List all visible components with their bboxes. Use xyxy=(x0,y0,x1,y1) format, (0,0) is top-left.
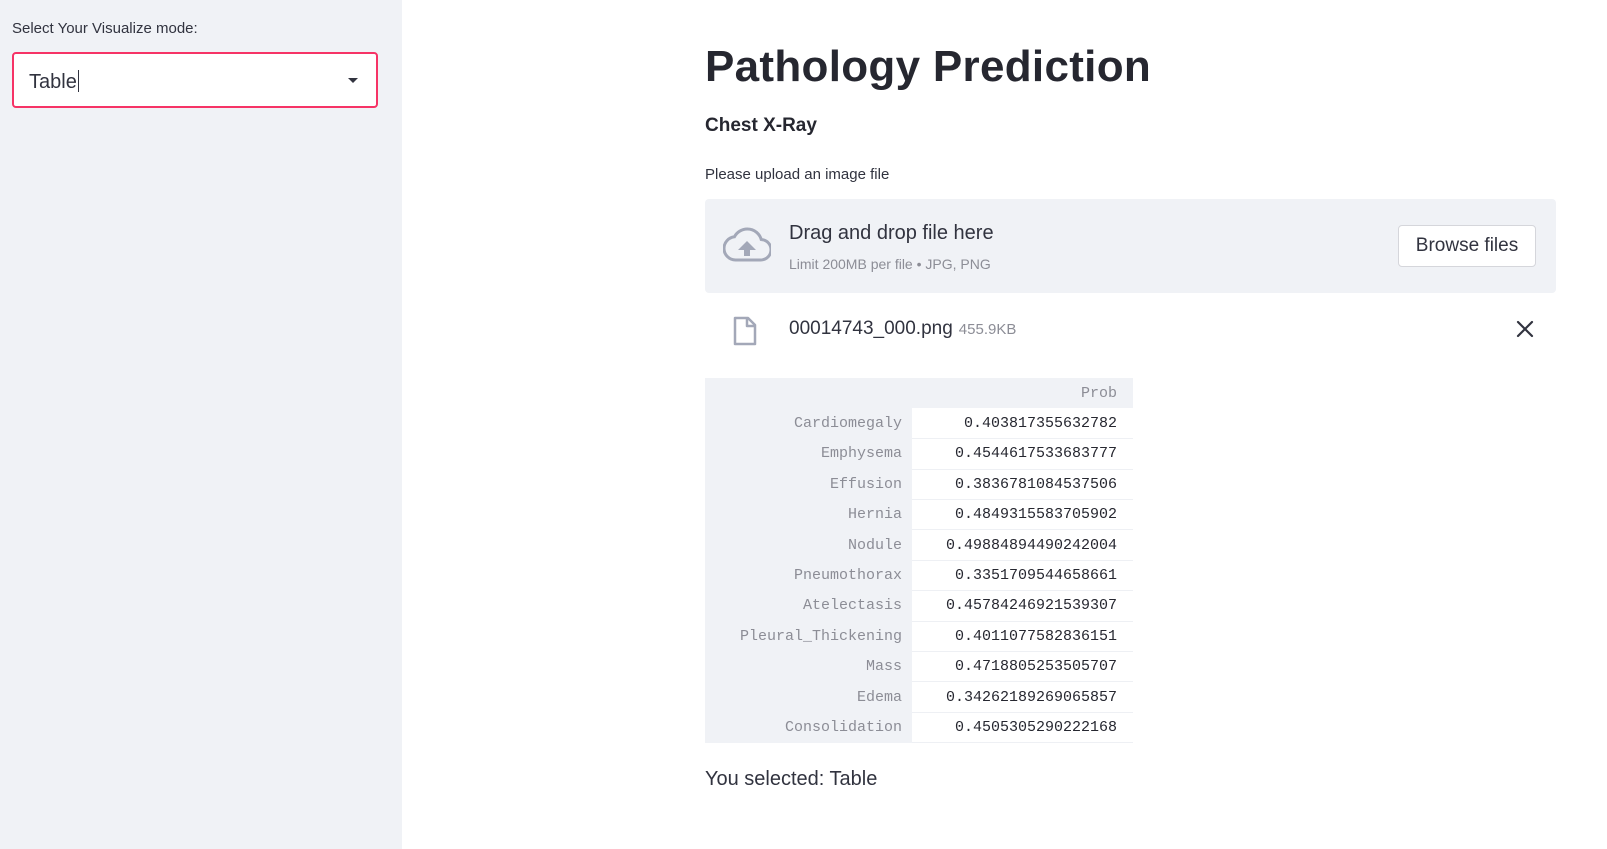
row-label: Cardiomegaly xyxy=(705,408,912,439)
table-row: Hernia 0.4849315583705902 xyxy=(705,499,1133,531)
sidebar: Select Your Visualize mode: Table xyxy=(0,0,402,849)
prob-value: 0.4544617533683777 xyxy=(912,438,1133,470)
file-size: 455.9KB xyxy=(958,321,1017,338)
table-header-row: Prob xyxy=(705,378,1133,409)
uploaded-file-row: 00014743_000.png 455.9KB xyxy=(705,308,1556,352)
table-row: Atelectasis 0.45784246921539307 xyxy=(705,590,1133,622)
row-label: Pneumothorax xyxy=(705,560,912,591)
row-label: Hernia xyxy=(705,499,912,530)
table-row: Edema 0.34262189269065857 xyxy=(705,681,1133,713)
row-label: Effusion xyxy=(705,469,912,500)
chevron-down-icon[interactable] xyxy=(348,78,358,83)
page-subtitle: Chest X-Ray xyxy=(705,115,817,136)
prob-value: 0.34262189269065857 xyxy=(912,681,1133,713)
prob-value: 0.49884894490242004 xyxy=(912,529,1133,561)
file-dropzone[interactable]: Drag and drop file here Limit 200MB per … xyxy=(705,199,1556,293)
visualize-mode-label: Select Your Visualize mode: xyxy=(12,20,198,37)
table-row: Pleural_Thickening 0.4011077582836151 xyxy=(705,621,1133,653)
prob-value: 0.4505305290222168 xyxy=(912,712,1133,744)
table-corner xyxy=(705,378,912,409)
cloud-upload-icon xyxy=(723,227,771,262)
row-label: Mass xyxy=(705,651,912,682)
prob-value: 0.3351709544658661 xyxy=(912,560,1133,592)
row-label: Atelectasis xyxy=(705,590,912,622)
row-label: Edema xyxy=(705,681,912,713)
row-label: Nodule xyxy=(705,529,912,561)
select-value: Table xyxy=(29,70,79,93)
page-title: Pathology Prediction xyxy=(705,42,1152,91)
table-body: Cardiomegaly 0.403817355632782 Emphysema 0.… xyxy=(705,408,1133,744)
close-icon[interactable] xyxy=(1514,318,1536,340)
selected-mode-text: You selected: Table xyxy=(705,768,878,790)
table-row: Consolidation 0.4505305290222168 xyxy=(705,712,1133,744)
prob-value: 0.4849315583705902 xyxy=(912,499,1133,531)
file-icon xyxy=(733,316,757,346)
file-name: 00014743_000.png 455.9KB xyxy=(789,318,1017,339)
prob-value: 0.45784246921539307 xyxy=(912,590,1133,622)
row-label: Emphysema xyxy=(705,438,912,470)
row-label: Pleural_Thickening xyxy=(705,621,912,652)
table-row: Nodule 0.49884894490242004 xyxy=(705,529,1133,561)
table-row: Cardiomegaly 0.403817355632782 xyxy=(705,408,1133,440)
results-table: Prob Cardiomegaly 0.403817355632782 Emphys… xyxy=(705,378,1133,744)
dropzone-limit: Limit 200MB per file • JPG, PNG xyxy=(789,256,991,272)
table-row: Emphysema 0.4544617533683777 xyxy=(705,438,1133,470)
main-content: Pathology Prediction Chest X-Ray Please … xyxy=(705,0,1585,849)
table-row: Effusion 0.3836781084537506 xyxy=(705,469,1133,501)
prob-value: 0.403817355632782 xyxy=(912,408,1133,440)
table-row: Mass 0.4718805253505707 xyxy=(705,651,1133,683)
upload-label: Please upload an image file xyxy=(705,166,890,183)
dropzone-instruction: Drag and drop file here xyxy=(789,222,994,244)
row-label: Consolidation xyxy=(705,712,912,743)
results-table-container: Prob Cardiomegaly 0.403817355632782 Emphys… xyxy=(705,378,1133,744)
table-row: Pneumothorax 0.3351709544658661 xyxy=(705,560,1133,592)
prob-value: 0.4011077582836151 xyxy=(912,621,1133,653)
prob-value: 0.3836781084537506 xyxy=(912,469,1133,501)
prob-value: 0.4718805253505707 xyxy=(912,651,1133,683)
browse-files-button[interactable]: Browse files xyxy=(1398,225,1536,267)
text-cursor xyxy=(77,70,79,92)
column-header-prob: Prob xyxy=(912,378,1133,409)
visualize-mode-select[interactable]: Table xyxy=(12,52,378,108)
